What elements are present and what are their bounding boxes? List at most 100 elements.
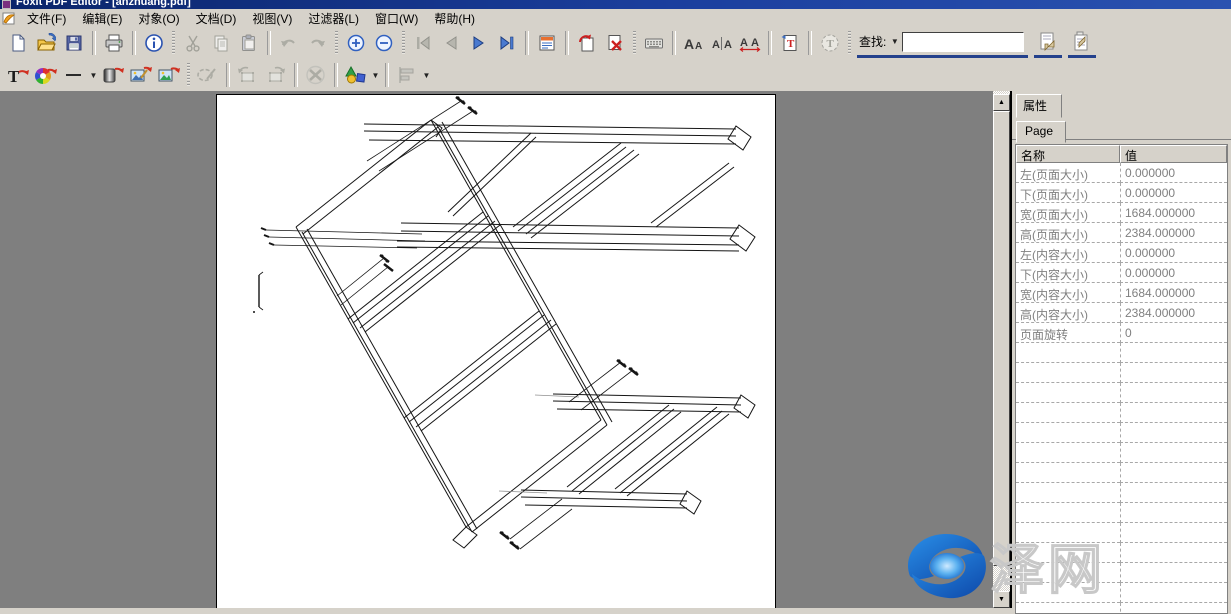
menu-item-1[interactable]: 编辑(E) bbox=[74, 9, 130, 28]
keyboard-button[interactable] bbox=[640, 30, 668, 56]
menu-item-2[interactable]: 对象(O) bbox=[130, 9, 187, 28]
edit-gradient-button[interactable] bbox=[99, 62, 127, 88]
replace-image-button[interactable] bbox=[155, 62, 183, 88]
rotate-page-button[interactable] bbox=[573, 30, 601, 56]
find-history-dropdown[interactable]: ▼ bbox=[889, 29, 900, 55]
property-value-cell: 0.000000 bbox=[1120, 183, 1227, 203]
property-row-empty bbox=[1016, 603, 1227, 614]
property-value-cell bbox=[1120, 423, 1227, 443]
find-label: 查找: bbox=[859, 33, 886, 50]
prev-page-button bbox=[437, 30, 465, 56]
property-value-cell bbox=[1120, 483, 1227, 503]
align-objects-button bbox=[393, 62, 421, 88]
property-name-cell bbox=[1016, 363, 1120, 383]
property-name-cell: 下(内容大小) bbox=[1016, 263, 1120, 283]
new-document-button[interactable] bbox=[4, 30, 32, 56]
pdf-page[interactable] bbox=[216, 94, 776, 608]
save-file-button[interactable] bbox=[60, 30, 88, 56]
text-cursor-mark bbox=[259, 272, 263, 310]
column-header-name[interactable]: 名称 bbox=[1016, 145, 1120, 163]
property-name-cell: 宽(页面大小) bbox=[1016, 203, 1120, 223]
font-size-button[interactable]: AA bbox=[680, 30, 708, 56]
property-value-cell: 0.000000 bbox=[1120, 243, 1227, 263]
property-name-cell bbox=[1016, 383, 1120, 403]
menu-item-6[interactable]: 窗口(W) bbox=[367, 9, 426, 28]
property-value-cell bbox=[1120, 543, 1227, 563]
font-pair-button[interactable]: AA bbox=[708, 30, 736, 56]
property-row-empty bbox=[1016, 503, 1227, 523]
paste-button bbox=[235, 30, 263, 56]
property-name-cell bbox=[1016, 583, 1120, 603]
edit-image-button[interactable] bbox=[127, 62, 155, 88]
edit-text-button[interactable]: T bbox=[4, 62, 32, 88]
property-row: 宽(内容大小)1684.000000 bbox=[1016, 283, 1227, 303]
line-style-dropdown[interactable]: ▼ bbox=[88, 62, 99, 88]
svg-text:A: A bbox=[751, 37, 759, 49]
vertical-scrollbar[interactable]: ▲ ▼ bbox=[993, 91, 1010, 608]
property-value-cell: 2384.000000 bbox=[1120, 303, 1227, 323]
last-page-button[interactable] bbox=[493, 30, 521, 56]
insert-shapes-button[interactable] bbox=[342, 62, 370, 88]
document-window-icon bbox=[2, 12, 16, 25]
properties-panel: 属性 Page 名称 值 左(页面大小)0.000000下(页面大小)0.000… bbox=[1012, 91, 1231, 608]
property-name-cell: 页面旋转 bbox=[1016, 323, 1120, 343]
property-value-cell: 1684.000000 bbox=[1120, 203, 1227, 223]
svg-text:T: T bbox=[787, 38, 795, 50]
property-name-cell bbox=[1016, 543, 1120, 563]
property-row-empty bbox=[1016, 363, 1227, 383]
zoom-out-button[interactable] bbox=[370, 30, 398, 56]
svg-text:A: A bbox=[740, 37, 748, 49]
scroll-up-button[interactable]: ▲ bbox=[993, 94, 1010, 111]
property-name-cell bbox=[1016, 503, 1120, 523]
property-name-cell: 高(页面大小) bbox=[1016, 223, 1120, 243]
document-canvas[interactable] bbox=[0, 91, 993, 608]
svg-text:A: A bbox=[724, 39, 732, 51]
font-width-button[interactable]: AA bbox=[736, 30, 764, 56]
property-row-empty bbox=[1016, 463, 1227, 483]
find-input[interactable] bbox=[902, 32, 1024, 52]
document-info-button[interactable] bbox=[140, 30, 168, 56]
line-style-button[interactable] bbox=[60, 62, 88, 88]
menu-item-4[interactable]: 视图(V) bbox=[244, 9, 300, 28]
column-header-value[interactable]: 值 bbox=[1120, 145, 1227, 163]
property-value-cell: 0.000000 bbox=[1120, 163, 1227, 183]
property-row: 页面旋转0 bbox=[1016, 323, 1227, 343]
property-name-cell bbox=[1016, 563, 1120, 583]
delete-page-button[interactable] bbox=[601, 30, 629, 56]
properties-panel-title-tab[interactable]: 属性 bbox=[1016, 94, 1062, 118]
page-form-button[interactable] bbox=[533, 30, 561, 56]
next-page-button[interactable] bbox=[465, 30, 493, 56]
svg-text:A: A bbox=[712, 39, 720, 51]
zoom-in-button[interactable] bbox=[342, 30, 370, 56]
menu-item-3[interactable]: 文档(D) bbox=[188, 9, 245, 28]
edit-color-button[interactable] bbox=[32, 62, 60, 88]
print-button[interactable] bbox=[100, 30, 128, 56]
property-value-cell bbox=[1120, 383, 1227, 403]
property-name-cell bbox=[1016, 523, 1120, 543]
window-title: Foxit PDF Editor - [anzhuang.pdf] bbox=[16, 0, 191, 8]
property-name-cell bbox=[1016, 603, 1120, 614]
property-row-empty bbox=[1016, 343, 1227, 363]
svg-text:T: T bbox=[827, 38, 835, 50]
property-name-cell: 高(内容大小) bbox=[1016, 303, 1120, 323]
scroll-down-button[interactable]: ▼ bbox=[993, 591, 1010, 608]
insert-shapes-dropdown[interactable]: ▼ bbox=[370, 62, 381, 88]
menu-bar: 文件(F)编辑(E)对象(O)文档(D)视图(V)过滤器(L)窗口(W)帮助(H… bbox=[0, 9, 1231, 28]
open-file-button[interactable] bbox=[32, 30, 60, 56]
find-in-page-button[interactable] bbox=[1034, 29, 1062, 55]
property-value-cell bbox=[1120, 583, 1227, 603]
property-row: 左(页面大小)0.000000 bbox=[1016, 163, 1227, 183]
tab-page[interactable]: Page bbox=[1016, 121, 1066, 143]
menu-item-0[interactable]: 文件(F) bbox=[19, 9, 74, 28]
property-row-empty bbox=[1016, 443, 1227, 463]
menu-item-7[interactable]: 帮助(H) bbox=[426, 9, 483, 28]
free-select-button bbox=[194, 62, 222, 88]
delete-object-button bbox=[302, 62, 330, 88]
insert-text-button[interactable]: T bbox=[776, 30, 804, 56]
property-value-cell: 0 bbox=[1120, 323, 1227, 343]
find-in-document-button[interactable] bbox=[1068, 29, 1096, 55]
scrollbar-thumb[interactable] bbox=[993, 111, 1010, 566]
menu-item-5[interactable]: 过滤器(L) bbox=[300, 9, 367, 28]
property-value-cell: 1684.000000 bbox=[1120, 283, 1227, 303]
rotate-object-left-button bbox=[234, 62, 262, 88]
